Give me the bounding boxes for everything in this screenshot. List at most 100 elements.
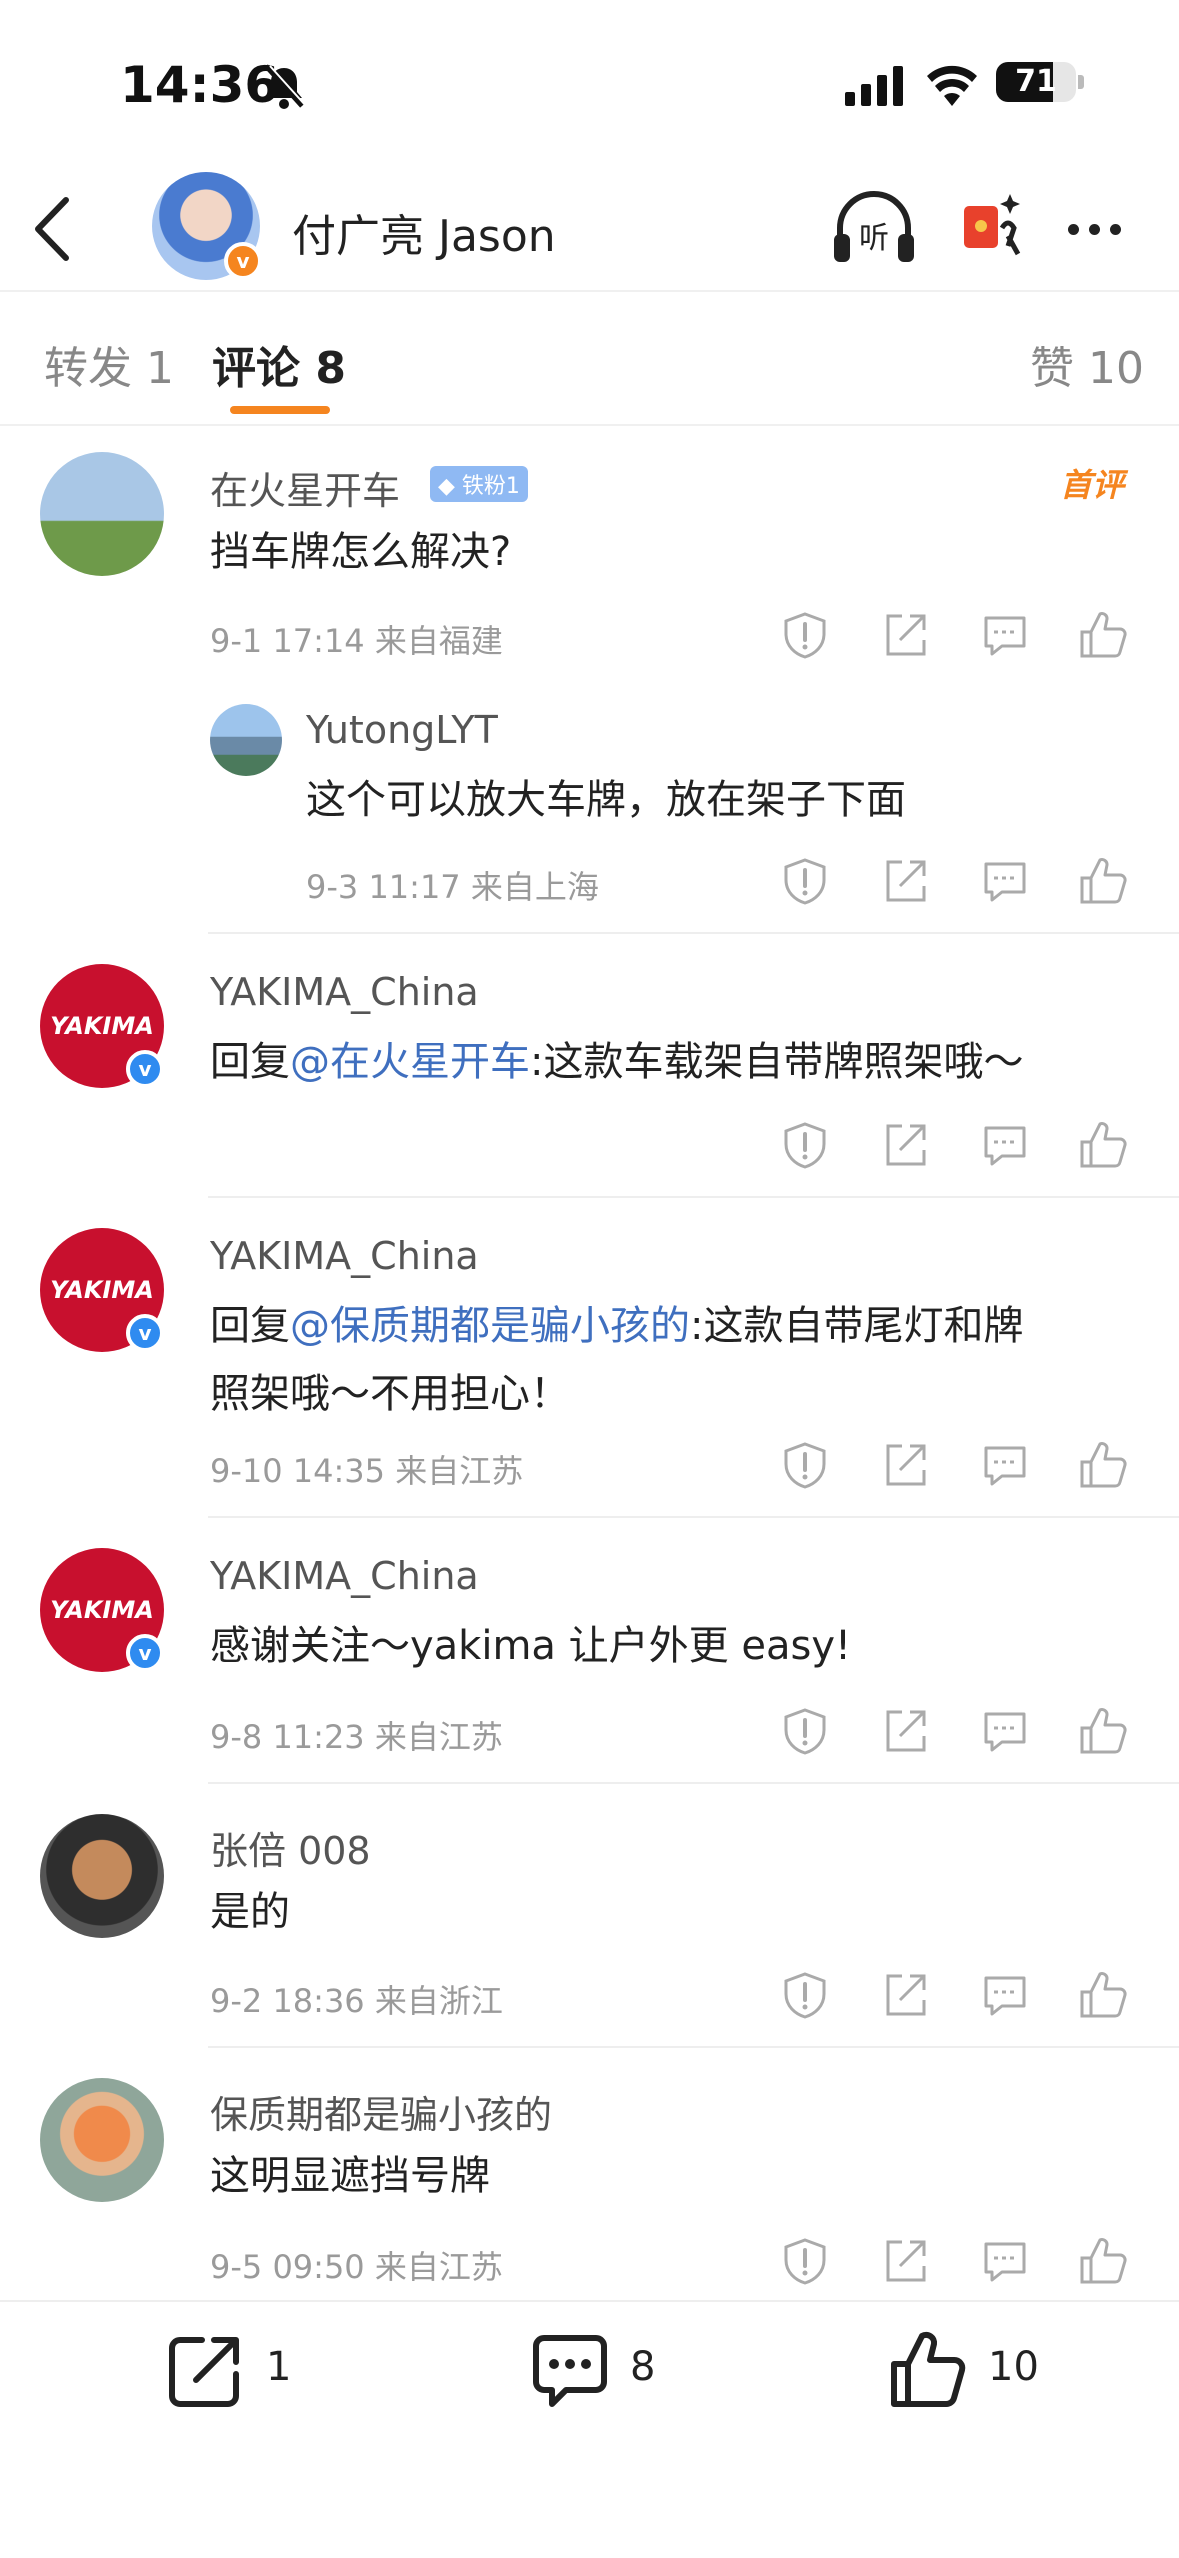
share-icon[interactable] xyxy=(880,1120,930,1170)
like-icon[interactable] xyxy=(1078,1970,1128,2020)
tab-bar: 转发 1 评论 8 赞 10 xyxy=(0,290,1179,426)
commenter-avatar[interactable]: YAKIMA v xyxy=(40,1228,164,1352)
thumbs-up-icon xyxy=(891,2331,966,2407)
reply-icon[interactable] xyxy=(980,1440,1030,1490)
tab-likes[interactable]: 赞 10 xyxy=(1030,332,1144,396)
mention-link[interactable]: @保质期都是骗小孩的 xyxy=(290,1303,690,1349)
comment-actions xyxy=(780,856,1127,906)
post-header: v 付广亮 Jason 听 xyxy=(0,160,1179,292)
reply-prefix: 回复 xyxy=(210,1303,290,1349)
comment-meta: 9-3 11:17 来自上海 xyxy=(306,868,599,906)
more-options-icon[interactable] xyxy=(1068,220,1131,239)
comment-actions xyxy=(780,2236,1127,2286)
yakima-logo: YAKIMA xyxy=(50,1012,154,1040)
comment-count: 8 xyxy=(630,2344,656,2390)
divider xyxy=(208,1782,1179,1784)
commenter-name[interactable]: YAKIMA_China xyxy=(210,970,479,1014)
commenter-name[interactable]: 在火星开车 xyxy=(210,460,400,515)
mute-bell-icon xyxy=(262,62,307,114)
like-icon[interactable] xyxy=(1078,1706,1128,1756)
battery-tip xyxy=(1078,75,1084,89)
commenter-avatar[interactable] xyxy=(40,2078,164,2202)
comment-button[interactable]: 8 xyxy=(530,2330,655,2410)
like-icon[interactable] xyxy=(1078,1120,1128,1170)
author-name[interactable]: 付广亮 Jason xyxy=(292,200,556,264)
like-count: 10 xyxy=(988,2344,1039,2390)
repost-button[interactable]: 1 xyxy=(166,2330,291,2410)
share-icon[interactable] xyxy=(880,2236,930,2286)
comment-text: 感谢关注～yakima 让户外更 easy! xyxy=(210,1623,852,1669)
reply-icon[interactable] xyxy=(980,1970,1030,2020)
share-icon[interactable] xyxy=(880,856,930,906)
report-icon[interactable] xyxy=(780,856,830,906)
verified-badge-icon: v xyxy=(126,1634,164,1672)
like-button[interactable]: 10 xyxy=(888,2330,1039,2410)
battery-level: 71 xyxy=(1015,64,1057,99)
like-icon[interactable] xyxy=(1078,1440,1128,1490)
bottom-action-bar: 1 8 10 xyxy=(0,2300,1179,2558)
repost-icon xyxy=(169,2337,239,2407)
listen-headphones-icon[interactable]: 听 xyxy=(832,190,916,270)
reply-icon[interactable] xyxy=(980,856,1030,906)
reply-icon[interactable] xyxy=(980,1706,1030,1756)
share-icon[interactable] xyxy=(880,610,930,660)
share-icon[interactable] xyxy=(880,1970,930,2020)
fan-badge: ◆ 铁粉1 xyxy=(430,466,528,502)
verified-badge-icon: v xyxy=(126,1314,164,1352)
like-icon[interactable] xyxy=(1078,856,1128,906)
comment-meta: 9-5 09:50 来自江苏 xyxy=(210,2248,503,2286)
reply-icon[interactable] xyxy=(980,610,1030,660)
commenter-avatar[interactable]: YAKIMA v xyxy=(40,1548,164,1672)
verified-badge-icon: v xyxy=(224,242,262,280)
comment-meta: 9-1 17:14 来自福建 xyxy=(210,622,503,660)
like-icon[interactable] xyxy=(1078,610,1128,660)
active-tab-indicator xyxy=(230,406,330,414)
status-time: 14:36 xyxy=(120,56,280,114)
comment-actions xyxy=(780,1706,1127,1756)
author-avatar[interactable]: v xyxy=(152,172,262,280)
comment-body: :这款自带尾灯和牌 xyxy=(690,1303,1024,1349)
commenter-avatar[interactable] xyxy=(40,452,164,576)
reply-icon[interactable] xyxy=(980,2236,1030,2286)
svg-text:听: 听 xyxy=(859,221,889,256)
tab-repost[interactable]: 转发 1 xyxy=(44,332,174,396)
commenter-name[interactable]: 保质期都是骗小孩的 xyxy=(210,2084,552,2139)
report-icon[interactable] xyxy=(780,1440,830,1490)
like-icon[interactable] xyxy=(1078,2236,1128,2286)
comment-body: :这款车载架自带牌照架哦～ xyxy=(530,1039,1024,1085)
battery-icon: 71 xyxy=(996,62,1076,102)
commenter-name[interactable]: YAKIMA_China xyxy=(210,1554,479,1598)
comment-meta: 9-8 11:23 来自江苏 xyxy=(210,1718,503,1756)
yakima-logo: YAKIMA xyxy=(50,1276,154,1304)
commenter-avatar[interactable] xyxy=(40,1814,164,1938)
commenter-name[interactable]: YutongLYT xyxy=(306,708,498,752)
share-icon[interactable] xyxy=(880,1706,930,1756)
back-arrow-icon[interactable] xyxy=(30,194,74,268)
divider xyxy=(208,1196,1179,1198)
share-icon[interactable] xyxy=(880,1440,930,1490)
commenter-avatar[interactable]: YAKIMA v xyxy=(40,964,164,1088)
comment-icon xyxy=(533,2335,607,2407)
comment-text: 回复@保质期都是骗小孩的:这款自带尾灯和牌 xyxy=(210,1292,1023,1360)
report-icon[interactable] xyxy=(780,1970,830,2020)
fan-badge-label: 铁粉1 xyxy=(461,474,520,499)
report-icon[interactable] xyxy=(780,1120,830,1170)
comment-text: 回复@在火星开车:这款车载架自带牌照架哦～ xyxy=(210,1028,1023,1096)
mention-link[interactable]: @在火星开车 xyxy=(290,1039,530,1085)
commenter-name[interactable]: YAKIMA_China xyxy=(210,1234,479,1278)
commenter-name[interactable]: 张倍 008 xyxy=(210,1820,371,1875)
comment-text: 这明显遮挡号牌 xyxy=(210,2153,490,2199)
report-icon[interactable] xyxy=(780,2236,830,2286)
report-icon[interactable] xyxy=(780,610,830,660)
tab-comments[interactable]: 评论 8 xyxy=(212,332,346,396)
wifi-icon xyxy=(925,62,979,110)
divider xyxy=(208,2046,1179,2048)
red-packet-icon[interactable] xyxy=(958,188,1028,264)
reply-icon[interactable] xyxy=(980,1120,1030,1170)
comment-actions xyxy=(780,1440,1127,1490)
comment-text: 这个可以放大车牌，放在架子下面 xyxy=(306,777,906,823)
comment-meta: 9-2 18:36 来自浙江 xyxy=(210,1982,503,2020)
commenter-avatar[interactable] xyxy=(210,704,282,776)
report-icon[interactable] xyxy=(780,1706,830,1756)
comment-actions xyxy=(780,610,1127,660)
